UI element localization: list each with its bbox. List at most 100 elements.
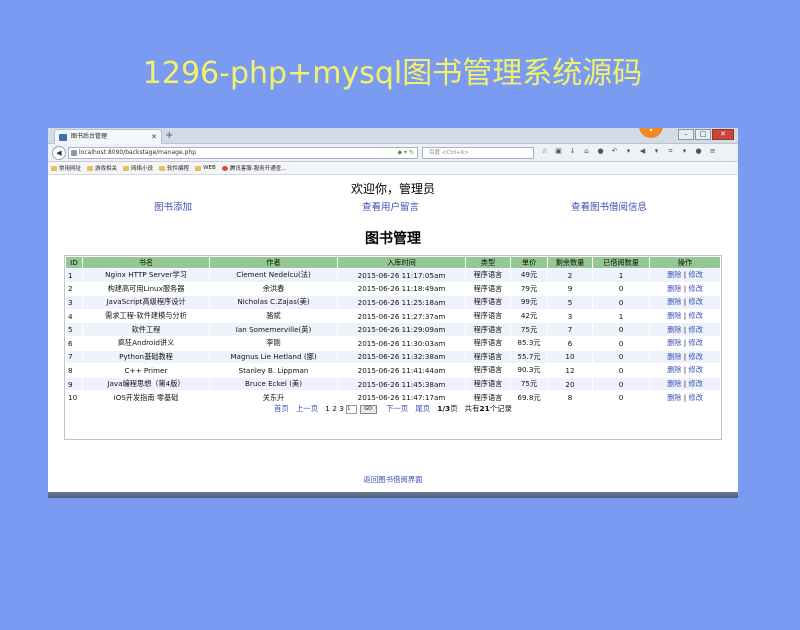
first-page-link[interactable]: 首页 xyxy=(274,404,289,413)
bookmark-star-icon[interactable]: ☆ xyxy=(540,147,549,156)
toolbar-icons: ☆ ▣ ↓ ⌂ ● ↶ ▾ ◀ ▾ ⌗ ▾ ● ≡ xyxy=(540,147,717,156)
delete-link[interactable]: 删除 xyxy=(667,338,681,347)
edit-link[interactable]: 修改 xyxy=(689,338,703,347)
url-text: localhost:8090/backstage/manage.php xyxy=(79,149,197,156)
delete-link[interactable]: 删除 xyxy=(667,365,681,374)
view-messages-link[interactable]: 查看用户留言 xyxy=(362,199,419,213)
tab-close-icon[interactable]: ✕ xyxy=(151,130,157,144)
home-icon[interactable]: ⌂ xyxy=(582,147,591,156)
clipboard-icon[interactable]: ▣ xyxy=(554,147,563,156)
op-separator: | xyxy=(683,338,687,348)
operation-cell: 删除 | 修改 xyxy=(650,296,720,309)
page-link-1[interactable]: 1 xyxy=(325,404,330,413)
edit-link[interactable]: 修改 xyxy=(689,365,703,374)
download-icon[interactable]: ↓ xyxy=(568,147,577,156)
table-cell: C++ Primer xyxy=(124,365,168,375)
table-cell: 0 xyxy=(593,323,649,336)
dropdown-icon[interactable]: ▾ xyxy=(624,147,633,156)
bookmark-item[interactable]: 软件编程 xyxy=(159,164,189,172)
table-cell: 12 xyxy=(565,365,575,375)
next-page-link[interactable]: 下一页 xyxy=(386,404,408,413)
edit-link[interactable]: 修改 xyxy=(689,379,703,388)
folder-icon xyxy=(87,165,94,171)
back-icon[interactable]: ◀ xyxy=(52,146,66,160)
edit-link[interactable]: 修改 xyxy=(689,297,703,306)
undo-icon[interactable]: ↶ xyxy=(610,147,619,156)
table-row: 5 软件工程 Ian Somemerville(英) 2015-06-26 11:29… xyxy=(66,323,720,336)
operation-cell: 删除 | 修改 xyxy=(650,283,720,296)
column-header: 单价 xyxy=(511,257,547,268)
table-cell: 程序语言 xyxy=(473,365,503,375)
new-tab-icon[interactable]: + xyxy=(165,128,173,143)
bookmark-item[interactable]: 游戏相关 xyxy=(87,164,117,172)
edit-link[interactable]: 修改 xyxy=(689,270,703,279)
return-borrow-link[interactable]: 返回图书借阅界面 xyxy=(48,474,738,485)
page-link-3[interactable]: 3 xyxy=(339,404,344,413)
maximize-icon[interactable]: □ xyxy=(695,129,711,140)
bookmark-item[interactable]: WEB xyxy=(195,165,216,171)
delete-link[interactable]: 删除 xyxy=(667,379,681,388)
site-info-icon[interactable] xyxy=(71,150,77,156)
add-book-link[interactable]: 图书添加 xyxy=(154,199,192,213)
column-header: 剩余数量 xyxy=(548,257,592,268)
search-input[interactable]: 百度 <Ctrl+K> xyxy=(422,147,534,159)
delete-link[interactable]: 删除 xyxy=(667,270,681,279)
dropdown-icon-2[interactable]: ▾ xyxy=(652,147,661,156)
delete-link[interactable]: 删除 xyxy=(667,284,681,293)
delete-link[interactable]: 删除 xyxy=(667,325,681,334)
firefox-menu-icon[interactable]: ▾ xyxy=(639,128,663,138)
crop-icon[interactable]: ⌗ xyxy=(666,147,675,156)
page-link-2[interactable]: 2 xyxy=(332,404,337,413)
table-cell: 7 xyxy=(66,350,82,364)
edit-link[interactable]: 修改 xyxy=(689,393,703,402)
table-cell: 程序语言 xyxy=(466,350,510,364)
address-bar[interactable]: localhost:8090/backstage/manage.php ◆ ▾ … xyxy=(68,147,418,159)
favicon-icon xyxy=(59,134,67,141)
total-suffix: 个记录 xyxy=(489,404,512,413)
chat-icon[interactable]: ● xyxy=(596,147,605,156)
sound-icon[interactable]: ◀ xyxy=(638,147,647,156)
table-cell: Nginx HTTP Server学习 xyxy=(83,269,209,282)
speech-icon[interactable]: ● xyxy=(694,147,703,156)
window-controls: – □ ✕ xyxy=(678,129,734,140)
pagination: 首页 上一页 1 2 3 GO 下一页 尾页 1/3页 共有21个记录 xyxy=(65,403,721,414)
table-header: ID 书名 作者 入库时间 类型 单价 剩余数量 已借阅数量 操作 xyxy=(66,257,720,268)
bookmark-item[interactable]: 腾讯客服-服务开通查... xyxy=(221,164,286,172)
table-cell: 程序语言 xyxy=(466,323,510,336)
table-cell: 0 xyxy=(593,377,649,391)
browser-tab[interactable]: 图书后台管理 ✕ xyxy=(54,129,162,144)
column-header: ID xyxy=(66,257,82,268)
last-page-link[interactable]: 尾页 xyxy=(415,404,430,413)
page-number-input[interactable] xyxy=(346,404,358,414)
minimize-icon[interactable]: – xyxy=(678,129,694,140)
dropdown-icon-3[interactable]: ▾ xyxy=(680,147,689,156)
prev-page-link[interactable]: 上一页 xyxy=(296,404,318,413)
bookmark-item[interactable]: 网络小说 xyxy=(123,164,153,172)
op-separator: | xyxy=(683,392,687,402)
table-cell: Clement Nedelcu(法) xyxy=(210,269,337,282)
current-page: 1/3 xyxy=(437,404,451,413)
operation-cell: 删除 | 修改 xyxy=(650,364,720,377)
edit-link[interactable]: 修改 xyxy=(689,352,703,361)
bookmark-item[interactable]: 常用网址 xyxy=(51,164,81,172)
column-header: 书名 xyxy=(83,257,209,268)
table-cell: 9 xyxy=(567,284,573,294)
reload-icon[interactable]: ◆ ▾ ↻ xyxy=(398,148,414,158)
table-cell: 10 xyxy=(548,350,592,364)
close-window-icon[interactable]: ✕ xyxy=(712,129,734,140)
view-borrow-link[interactable]: 查看图书借阅信息 xyxy=(571,199,647,213)
delete-link[interactable]: 删除 xyxy=(667,311,681,320)
edit-link[interactable]: 修改 xyxy=(689,284,703,293)
delete-link[interactable]: 删除 xyxy=(667,393,681,402)
go-button[interactable]: GO xyxy=(359,404,377,414)
edit-link[interactable]: 修改 xyxy=(689,311,703,320)
table-row: 9 Java编程思想（第4版） Bruce Eckel (美) 2015-06-26 … xyxy=(66,377,720,391)
table-cell: 0 xyxy=(618,338,624,348)
menu-icon[interactable]: ≡ xyxy=(708,147,717,156)
delete-link[interactable]: 删除 xyxy=(667,352,681,361)
delete-link[interactable]: 删除 xyxy=(667,297,681,306)
edit-link[interactable]: 修改 xyxy=(689,325,703,334)
table-cell: Stanley B. Lippman xyxy=(238,365,309,375)
operation-cell: 删除 | 修改 xyxy=(650,323,720,336)
folder-icon xyxy=(123,165,130,171)
